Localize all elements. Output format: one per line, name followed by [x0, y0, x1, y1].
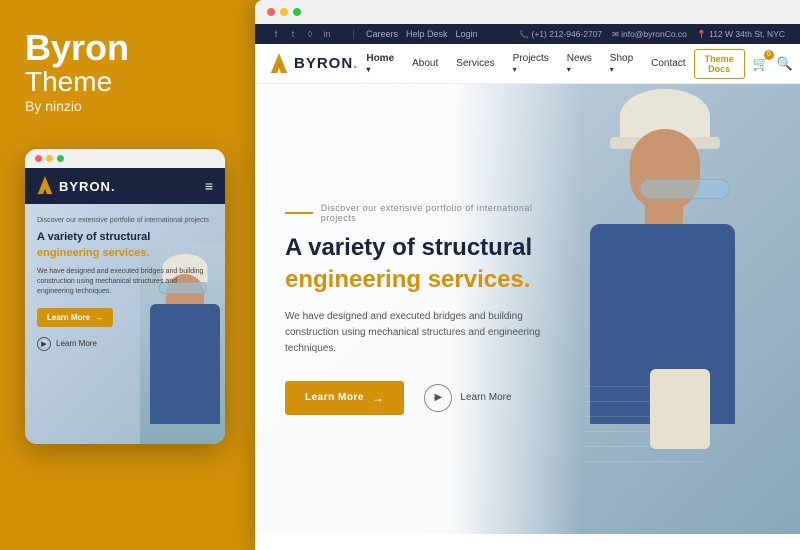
phone-info: (+1) 212-946-2707	[519, 29, 602, 39]
twitter-icon[interactable]: t	[287, 28, 299, 40]
mobile-logo-text: BYRON.	[59, 179, 116, 194]
search-icon[interactable]: 🔍	[777, 56, 793, 72]
mobile-hero: Discover our extensive portfolio of inte…	[25, 204, 225, 444]
hero-title-line2: engineering services.	[285, 266, 552, 295]
desktop-mockup: f t ◊ in Careers Help Desk Login (+1) 21…	[255, 0, 800, 550]
mobile-eyebrow: Discover our extensive portfolio of inte…	[37, 216, 213, 225]
mobile-mockup: BYRON. ≡ Discover our extensive portfoli…	[25, 149, 225, 444]
mobile-nav: BYRON. ≡	[25, 168, 225, 204]
desktop-dot-green	[293, 8, 301, 16]
careers-link[interactable]: Careers	[366, 29, 398, 39]
mobile-hero-content: Discover our extensive portfolio of inte…	[25, 204, 225, 444]
location-info: 112 W 34th St, NYC	[697, 29, 785, 39]
mobile-browser-bar	[25, 149, 225, 168]
arrow-right-icon: →	[372, 391, 385, 405]
person-glasses	[640, 179, 730, 199]
topbar-social: f t ◊ in	[270, 28, 333, 40]
person-hard-hat-held	[650, 369, 710, 449]
hero-eyebrow-container: Discover our extensive portfolio of inte…	[285, 203, 552, 223]
mobile-logo: BYRON.	[37, 176, 116, 196]
desktop-logo-icon	[270, 53, 288, 75]
mobile-hero-title2: engineering services.	[37, 247, 213, 259]
theme-title: Byron Theme	[25, 30, 129, 98]
dot-red	[35, 155, 42, 162]
learn-more-secondary-button[interactable]: ▶ Learn More	[424, 384, 511, 412]
theme-author: By ninzio	[25, 98, 82, 114]
nav-link-news[interactable]: News	[559, 49, 600, 79]
nav-link-about[interactable]: About	[404, 54, 446, 73]
topbar-divider	[353, 29, 354, 39]
nav-link-shop[interactable]: Shop	[602, 49, 641, 79]
mobile-learn-more-secondary[interactable]: ▶ Learn More	[37, 337, 213, 351]
login-link[interactable]: Login	[456, 29, 478, 39]
hamburger-icon[interactable]: ≡	[205, 178, 213, 194]
desktop-nav-right: Theme Docs 🛒 0 🔍	[694, 49, 793, 79]
mobile-hero-desc: We have designed and executed bridges an…	[37, 267, 213, 296]
nav-link-home[interactable]: Home	[358, 49, 402, 79]
learn-more-primary-button[interactable]: Learn More →	[285, 381, 404, 415]
linkedin-icon[interactable]: in	[321, 28, 333, 40]
nav-link-projects[interactable]: Projects	[505, 49, 557, 79]
topbar-left: f t ◊ in Careers Help Desk Login	[270, 28, 478, 40]
play-circle-icon: ▶	[424, 384, 452, 412]
hero-title-line1: A variety of structural	[285, 235, 552, 261]
nav-link-contact[interactable]: Contact	[643, 54, 693, 73]
dot-yellow	[46, 155, 53, 162]
play-circle-icon: ▶	[37, 337, 51, 351]
hero-content: Discover our extensive portfolio of inte…	[255, 84, 582, 534]
eyebrow-line	[285, 212, 313, 214]
email-info: info@byronCo.co	[612, 29, 687, 39]
person-head-area	[610, 89, 730, 289]
instagram-icon[interactable]: ◊	[304, 28, 316, 40]
left-panel: Byron Theme By ninzio BYRON. ≡ Discover …	[0, 0, 245, 550]
cart-badge: 0	[764, 50, 774, 60]
desktop-nav-links: Home About Services Projects News Shop C…	[358, 49, 693, 79]
desktop-logo-text: BYRON.	[294, 55, 358, 72]
mobile-hero-title1: A variety of structural	[37, 231, 213, 244]
desktop-dot-red	[267, 8, 275, 16]
arrow-icon: →	[95, 313, 103, 322]
desktop-topbar: f t ◊ in Careers Help Desk Login (+1) 21…	[255, 24, 800, 44]
topbar-right: (+1) 212-946-2707 info@byronCo.co 112 W …	[519, 29, 785, 39]
desktop-browser-bar	[255, 0, 800, 24]
dot-green	[57, 155, 64, 162]
mobile-learn-more-button[interactable]: Learn More →	[37, 308, 113, 327]
helpdesk-link[interactable]: Help Desk	[406, 29, 448, 39]
desktop-dot-yellow	[280, 8, 288, 16]
hero-description: We have designed and executed bridges an…	[285, 309, 552, 357]
nav-link-services[interactable]: Services	[448, 54, 502, 73]
hero-eyebrow-text: Discover our extensive portfolio of inte…	[321, 203, 552, 223]
desktop-navbar: BYRON. Home About Services Projects News…	[255, 44, 800, 84]
cart-container: 🛒 0	[753, 55, 769, 73]
mobile-logo-icon	[37, 176, 53, 196]
desktop-hero: Discover our extensive portfolio of inte…	[255, 84, 800, 534]
desktop-nav-logo: BYRON.	[270, 53, 358, 75]
person-face	[630, 129, 700, 209]
hero-buttons: Learn More → ▶ Learn More	[285, 381, 552, 415]
theme-docs-button[interactable]: Theme Docs	[694, 49, 745, 79]
facebook-icon[interactable]: f	[270, 28, 282, 40]
